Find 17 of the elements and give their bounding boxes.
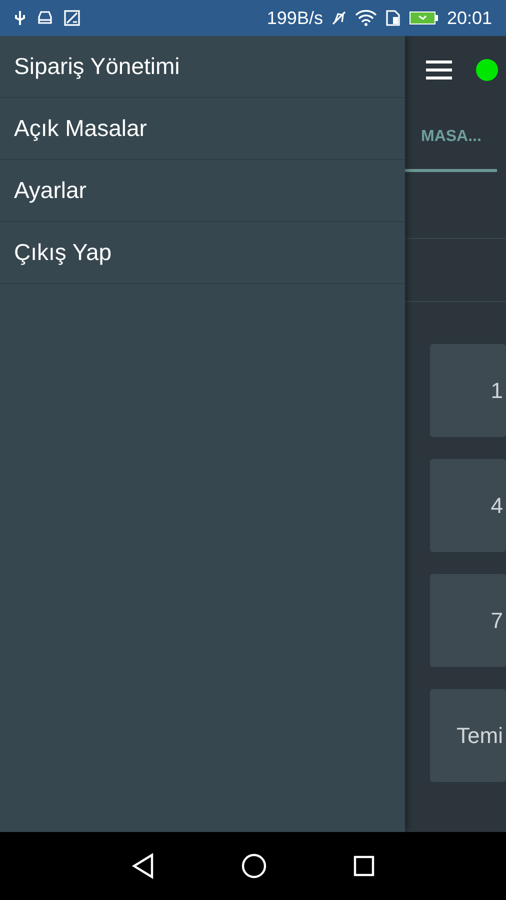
muted-icon xyxy=(330,10,347,26)
network-speed: 199B/s xyxy=(266,8,323,28)
sim-icon xyxy=(384,10,401,26)
keypad-key[interactable]: 7 xyxy=(430,574,506,667)
tab[interactable]: MASA... xyxy=(405,104,498,172)
keypad-key[interactable]: 4 xyxy=(430,459,506,552)
image-icon xyxy=(64,10,80,26)
usb-icon xyxy=(14,10,26,26)
recents-icon[interactable] xyxy=(353,855,375,877)
home-icon[interactable] xyxy=(241,853,267,879)
wifi-icon xyxy=(354,10,377,26)
keypad-key[interactable]: Temi xyxy=(430,689,506,782)
back-icon[interactable] xyxy=(131,853,155,879)
battery-icon xyxy=(408,10,439,26)
clock: 20:01 xyxy=(446,8,492,28)
keypad-key[interactable]: 1 xyxy=(430,344,506,437)
menu-icon[interactable] xyxy=(425,59,453,81)
